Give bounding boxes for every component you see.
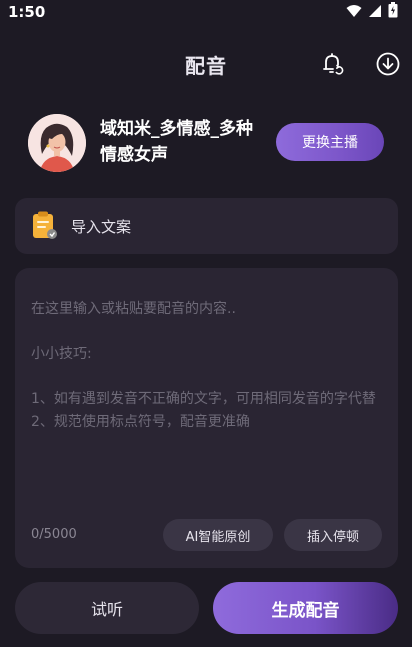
text-editor[interactable]: 在这里输入或粘贴要配音的内容.. 小小技巧: 1、如有遇到发音不正确的文字，可用… (15, 268, 398, 568)
change-anchor-button[interactable]: 更换主播 (276, 123, 384, 161)
insert-pause-button[interactable]: 插入停顿 (284, 519, 382, 551)
anchor-name: 域知米_多情感_多种情感女声 (100, 119, 253, 165)
tips-title: 小小技巧: (31, 346, 92, 362)
clipboard-icon (31, 211, 59, 241)
char-counter: 0/5000 (31, 527, 77, 542)
generate-dubbing-button[interactable]: 生成配音 (213, 582, 398, 634)
anchor-card: 域知米_多情感_多种情感女声 更换主播 (28, 112, 388, 174)
signal-icon (368, 3, 382, 22)
ai-original-button[interactable]: AI智能原创 (163, 519, 273, 551)
download-icon[interactable] (374, 50, 402, 78)
status-icons (346, 2, 398, 22)
placeholder-text: 在这里输入或粘贴要配音的内容.. (31, 301, 236, 317)
tip-item: 1、如有遇到发音不正确的文字，可用相同发音的字代替 (31, 391, 376, 407)
wifi-icon (346, 3, 362, 22)
status-time: 1:50 (8, 3, 46, 21)
import-text-button[interactable]: 导入文案 (15, 198, 398, 254)
header: 配音 (0, 40, 412, 86)
import-label: 导入文案 (71, 218, 132, 236)
avatar (28, 114, 86, 172)
bottom-actions: 试听 生成配音 (0, 582, 412, 634)
battery-icon (388, 2, 398, 22)
status-bar: 1:50 (0, 0, 412, 24)
preview-button[interactable]: 试听 (15, 582, 199, 634)
bell-refresh-icon[interactable] (318, 50, 346, 78)
editor-placeholder: 在这里输入或粘贴要配音的内容.. 小小技巧: 1、如有遇到发音不正确的文字，可用… (31, 298, 381, 434)
tip-item: 2、规范使用标点符号，配音更准确 (31, 414, 250, 430)
page-title: 配音 (185, 54, 227, 78)
